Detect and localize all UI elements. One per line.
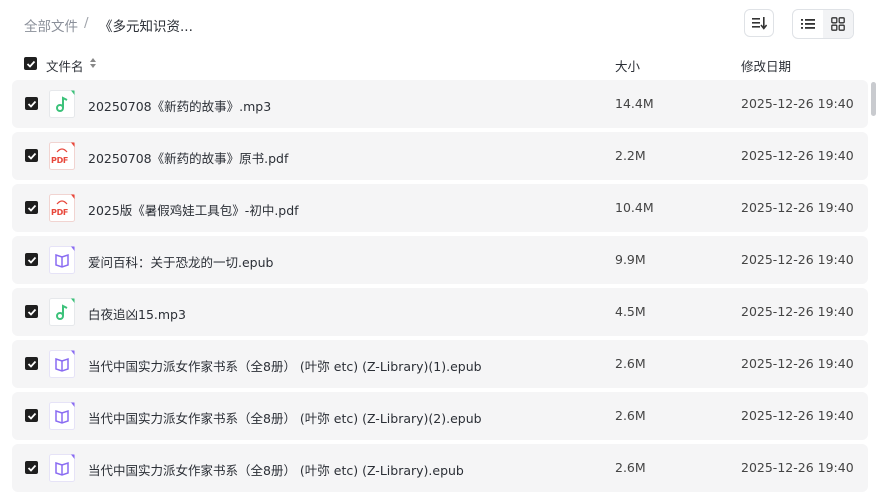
file-row[interactable]: 20250708《新药的故事》.mp3 14.4M 2025-12-26 19:40	[12, 80, 868, 128]
row-checkbox[interactable]	[25, 357, 38, 370]
column-header: 文件名 大小 修改日期	[0, 52, 878, 76]
checkbox-checked-icon	[27, 256, 36, 264]
file-row[interactable]: 当代中国实力派女作家书系（全8册） (叶弥 etc) (Z-Library).e…	[12, 444, 868, 492]
file-row[interactable]: 爱问百科：关于恐龙的一切.epub 9.9M 2025-12-26 19:40	[12, 236, 868, 284]
file-size: 10.4M	[615, 200, 654, 215]
file-modified-date: 2025-12-26 19:40	[741, 304, 854, 319]
breadcrumb-separator: /	[84, 15, 89, 31]
view-toggle	[792, 9, 854, 39]
file-name[interactable]: 2025版《暑假鸡娃工具包》-初中.pdf	[88, 200, 299, 219]
file-row[interactable]: 当代中国实力派女作家书系（全8册） (叶弥 etc) (Z-Library)(1…	[12, 340, 868, 388]
book-icon	[49, 350, 75, 378]
sort-button[interactable]	[744, 9, 774, 37]
row-checkbox[interactable]	[25, 253, 38, 266]
row-checkbox[interactable]	[25, 409, 38, 422]
list-view-icon	[801, 19, 815, 29]
pdf-file-icon: PDF	[49, 142, 75, 170]
breadcrumb-root[interactable]: 全部文件	[24, 15, 78, 35]
file-modified-date: 2025-12-26 19:40	[741, 200, 854, 215]
row-checkbox[interactable]	[25, 201, 38, 214]
file-row[interactable]: 白夜追凶15.mp3 4.5M 2025-12-26 19:40	[12, 288, 868, 336]
file-size: 2.6M	[615, 408, 646, 423]
column-modified-header[interactable]: 修改日期	[741, 56, 791, 75]
file-modified-date: 2025-12-26 19:40	[741, 356, 854, 371]
file-name[interactable]: 20250708《新药的故事》.mp3	[88, 96, 271, 115]
select-all-checkbox[interactable]	[24, 57, 37, 70]
grid-view-icon	[831, 17, 845, 31]
file-modified-date: 2025-12-26 19:40	[741, 252, 854, 267]
file-size: 2.6M	[615, 460, 646, 475]
checkbox-checked-icon	[27, 152, 36, 160]
music-note-icon	[49, 298, 75, 326]
row-checkbox[interactable]	[25, 149, 38, 162]
file-row[interactable]: PDF 2025版《暑假鸡娃工具包》-初中.pdf 10.4M 2025-12-26 …	[12, 184, 868, 232]
row-checkbox[interactable]	[25, 461, 38, 474]
breadcrumb-current: 《多元知识资...	[99, 19, 193, 35]
file-modified-date: 2025-12-26 19:40	[741, 96, 854, 111]
file-name[interactable]: 当代中国实力派女作家书系（全8册） (叶弥 etc) (Z-Library)(2…	[88, 408, 482, 427]
checkbox-checked-icon	[26, 60, 35, 68]
file-name[interactable]: 当代中国实力派女作家书系（全8册） (叶弥 etc) (Z-Library)(1…	[88, 356, 482, 375]
toolbar: 全部文件 / 《多元知识资...	[0, 0, 878, 48]
file-modified-date: 2025-12-26 19:40	[741, 460, 854, 475]
checkbox-checked-icon	[27, 100, 36, 108]
file-size: 4.5M	[615, 304, 646, 319]
file-size: 2.2M	[615, 148, 646, 163]
pdf-badge: PDF	[51, 156, 69, 165]
pdf-badge: PDF	[51, 208, 69, 217]
pdf-file-icon: PDF	[49, 194, 75, 222]
scrollbar[interactable]	[871, 82, 876, 116]
column-name-header[interactable]: 文件名	[46, 56, 84, 75]
file-name[interactable]: 爱问百科：关于恐龙的一切.epub	[88, 252, 273, 271]
sort-toggle-icon[interactable]	[89, 57, 97, 69]
file-size: 9.9M	[615, 252, 646, 267]
book-icon	[49, 246, 75, 274]
checkbox-checked-icon	[27, 308, 36, 316]
checkbox-checked-icon	[27, 204, 36, 212]
file-modified-date: 2025-12-26 19:40	[741, 148, 854, 163]
book-icon	[49, 454, 75, 482]
file-modified-date: 2025-12-26 19:40	[741, 408, 854, 423]
checkbox-checked-icon	[27, 464, 36, 472]
row-checkbox[interactable]	[25, 97, 38, 110]
music-note-icon	[49, 90, 75, 118]
book-icon	[49, 402, 75, 430]
file-name[interactable]: 当代中国实力派女作家书系（全8册） (叶弥 etc) (Z-Library).e…	[88, 460, 464, 479]
checkbox-checked-icon	[27, 412, 36, 420]
file-list: 20250708《新药的故事》.mp3 14.4M 2025-12-26 19:40…	[12, 80, 868, 496]
file-size: 14.4M	[615, 96, 654, 111]
column-size-header[interactable]: 大小	[615, 56, 640, 75]
file-name[interactable]: 20250708《新药的故事》原书.pdf	[88, 148, 288, 167]
checkbox-checked-icon	[27, 360, 36, 368]
file-size: 2.6M	[615, 356, 646, 371]
list-view-button[interactable]	[793, 10, 823, 38]
file-row[interactable]: 当代中国实力派女作家书系（全8册） (叶弥 etc) (Z-Library)(2…	[12, 392, 868, 440]
sort-icon	[752, 17, 767, 30]
row-checkbox[interactable]	[25, 305, 38, 318]
file-name[interactable]: 白夜追凶15.mp3	[88, 304, 186, 323]
grid-view-button[interactable]	[823, 10, 853, 38]
file-row[interactable]: PDF 20250708《新药的故事》原书.pdf 2.2M 2025-12-26 1…	[12, 132, 868, 180]
